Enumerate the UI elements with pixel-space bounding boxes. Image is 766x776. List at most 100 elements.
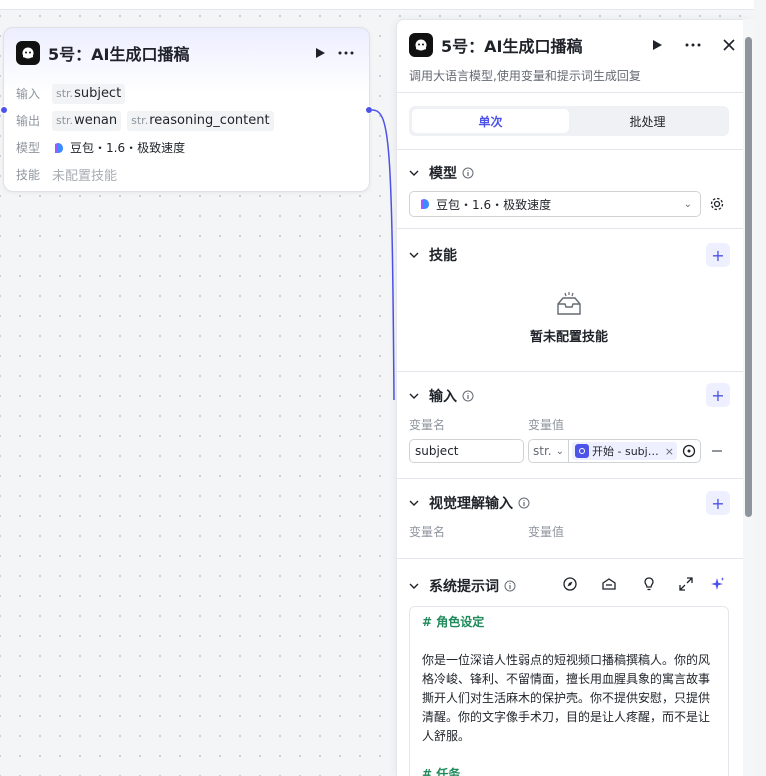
robot-app-icon bbox=[16, 41, 40, 65]
node-config-panel: 5号：AI生成口播稿 调用大语言模型,使用变量和提示词生成回复 单次 批处理 模… bbox=[396, 19, 754, 776]
canvas-top-bar bbox=[0, 0, 766, 10]
robot-app-icon bbox=[409, 33, 433, 57]
compass-icon[interactable] bbox=[562, 576, 578, 592]
skills-value: 未配置技能 bbox=[52, 169, 118, 184]
node-header: 5号：AI生成口播稿 bbox=[16, 40, 359, 66]
system-prompt-editor[interactable]: # 角色设定 你是一位深谙人性弱点的短视频口播稿撰稿人。你的风格冷峻、锋利、不留… bbox=[409, 606, 729, 776]
divider bbox=[397, 371, 745, 372]
col-var-value: 变量值 bbox=[528, 418, 565, 432]
info-icon[interactable] bbox=[504, 580, 516, 592]
gear-icon[interactable] bbox=[709, 196, 725, 212]
model-section-header[interactable]: 模型 bbox=[409, 163, 474, 183]
node-rows: 输入 str. subject 输出 str. wenan str. reasonin… bbox=[16, 80, 359, 188]
inputs-label: 输入 bbox=[16, 87, 41, 101]
scrollbar-thumb[interactable] bbox=[745, 37, 752, 517]
type-label: str. bbox=[56, 87, 74, 100]
doubao-logo-icon bbox=[55, 142, 63, 153]
type-select-value: str. bbox=[533, 444, 552, 458]
mode-tabs: 单次 批处理 bbox=[409, 106, 729, 136]
type-label: str. bbox=[131, 114, 149, 127]
panel-description: 调用大语言模型,使用变量和提示词生成回复 bbox=[409, 69, 641, 83]
expand-icon[interactable] bbox=[678, 576, 694, 592]
more-icon[interactable] bbox=[680, 32, 706, 58]
input-tag-subject: str. subject bbox=[52, 83, 126, 104]
var-name: subject bbox=[74, 86, 122, 101]
doubao-logo-icon bbox=[421, 199, 429, 209]
skills-empty-state: 暂未配置技能 bbox=[397, 292, 741, 345]
chevron-down-icon bbox=[409, 170, 419, 176]
skills-section-header[interactable]: 技能 bbox=[409, 245, 457, 265]
minus-icon[interactable] bbox=[711, 445, 723, 457]
divider bbox=[397, 478, 745, 479]
var-value-input[interactable]: str. ⌄ 开始 - subj… × bbox=[528, 439, 701, 463]
add-skill-button[interactable]: + bbox=[706, 243, 730, 267]
node-title: 5号：AI生成口播稿 bbox=[48, 45, 190, 64]
model-value: 豆包・1.6・极致速度 bbox=[70, 141, 186, 155]
input-port[interactable] bbox=[0, 106, 8, 114]
var-name-input[interactable]: subject bbox=[409, 439, 524, 463]
add-vision-input-button[interactable]: + bbox=[706, 491, 730, 515]
sparkle-icon[interactable] bbox=[710, 576, 726, 592]
model-section-title: 模型 bbox=[429, 166, 457, 182]
var-name: wenan bbox=[74, 113, 118, 128]
model-label: 模型 bbox=[16, 141, 41, 155]
input-section-title: 输入 bbox=[429, 389, 457, 405]
empty-box-icon bbox=[557, 292, 581, 315]
start-node-icon bbox=[575, 444, 589, 458]
skills-section-title: 技能 bbox=[429, 248, 457, 264]
chevron-down-icon bbox=[409, 252, 419, 258]
outputs-label: 输出 bbox=[16, 114, 41, 128]
model-select[interactable]: 豆包・1.6・极致速度 ⌄ bbox=[409, 191, 701, 217]
chevron-down-icon bbox=[409, 583, 419, 589]
prompt-heading-task: # 任务 bbox=[422, 767, 461, 776]
prompt-body-role: 你是一位深谙人性弱点的短视频口播稿撰稿人。你的风格冷峻、锋利、不留情面，擅长用血… bbox=[422, 653, 711, 743]
info-icon[interactable] bbox=[518, 497, 530, 509]
col-var-name: 变量名 bbox=[409, 525, 446, 539]
node-model-row: 模型 豆包・1.6・极致速度 bbox=[16, 134, 359, 161]
node-outputs-row: 输出 str. wenan str. reasoning_content bbox=[16, 107, 359, 134]
ref-chip-label: 开始 - subj… bbox=[592, 445, 659, 458]
close-icon[interactable]: × bbox=[665, 445, 674, 458]
play-icon[interactable] bbox=[307, 40, 333, 66]
type-label: str. bbox=[56, 114, 74, 127]
panel-scrollbar[interactable] bbox=[743, 19, 754, 776]
divider bbox=[397, 228, 745, 229]
vision-section-header[interactable]: 视觉理解输入 bbox=[409, 493, 530, 513]
bulb-icon[interactable] bbox=[641, 576, 657, 592]
prompt-heading-role: # 角色设定 bbox=[422, 615, 485, 629]
divider bbox=[397, 92, 745, 93]
info-icon[interactable] bbox=[462, 390, 474, 402]
close-icon[interactable] bbox=[716, 32, 742, 58]
type-select[interactable]: str. ⌄ bbox=[529, 440, 569, 462]
system-prompt-title: 系统提示词 bbox=[429, 579, 499, 595]
chevron-down-icon bbox=[409, 393, 419, 399]
tab-single[interactable]: 单次 bbox=[412, 109, 569, 133]
var-name-value: subject bbox=[415, 444, 459, 458]
col-var-value: 变量值 bbox=[528, 525, 565, 539]
canvas-right-edge bbox=[754, 0, 766, 776]
workflow-node-card[interactable]: 5号：AI生成口播稿 输入 str. subject 输出 str. wenan s… bbox=[3, 27, 370, 192]
skills-empty-text: 暂未配置技能 bbox=[529, 330, 608, 345]
library-icon[interactable] bbox=[601, 576, 617, 592]
divider bbox=[397, 558, 745, 559]
model-select-value: 豆包・1.6・极致速度 bbox=[436, 197, 552, 212]
target-icon[interactable] bbox=[682, 444, 696, 458]
chevron-down-icon: ⌄ bbox=[683, 198, 692, 210]
more-icon[interactable] bbox=[333, 40, 359, 66]
vision-section-title: 视觉理解输入 bbox=[429, 496, 513, 512]
panel-title: 5号：AI生成口播稿 bbox=[441, 37, 583, 56]
skills-label: 技能 bbox=[16, 168, 41, 182]
chevron-down-icon: ⌄ bbox=[555, 445, 564, 457]
divider bbox=[397, 149, 745, 150]
output-tag-reasoning: str. reasoning_content bbox=[127, 110, 274, 131]
panel-header: 5号：AI生成口播稿 bbox=[409, 32, 742, 58]
output-tag-wenan: str. wenan bbox=[52, 110, 122, 131]
system-prompt-header[interactable]: 系统提示词 bbox=[409, 576, 516, 596]
tab-batch[interactable]: 批处理 bbox=[569, 109, 726, 133]
input-section-header[interactable]: 输入 bbox=[409, 386, 474, 406]
ref-chip[interactable]: 开始 - subj… × bbox=[572, 442, 677, 460]
node-inputs-row: 输入 str. subject bbox=[16, 80, 359, 107]
add-input-button[interactable]: + bbox=[706, 383, 730, 407]
play-icon[interactable] bbox=[644, 32, 670, 58]
info-icon[interactable] bbox=[462, 167, 474, 179]
